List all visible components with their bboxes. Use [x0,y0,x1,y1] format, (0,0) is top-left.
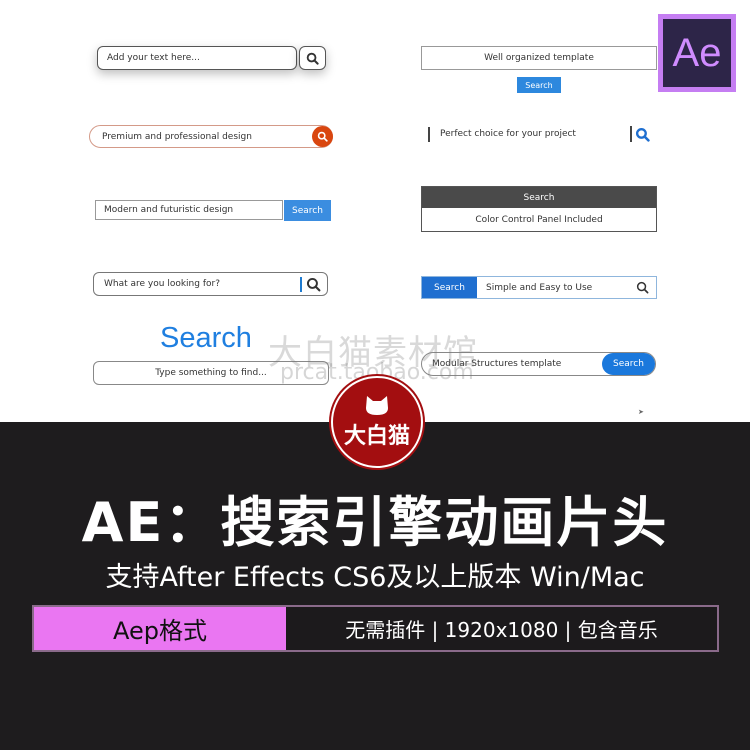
search-placeholder[interactable]: Perfect choice for your project [440,129,576,139]
search-input-4[interactable]: What are you looking for? [93,272,328,296]
format-label: Aep格式 [34,607,286,650]
search-input-6[interactable]: Well organized template [421,46,657,70]
search-placeholder: Simple and Easy to Use [486,282,593,293]
features-text: 无需插件 | 1920x1080 | 包含音乐 [345,618,658,642]
search-input-9[interactable]: Search Simple and Easy to Use [421,276,657,299]
divider [630,126,632,142]
search-button-2[interactable] [312,126,333,147]
search-input-2[interactable]: Premium and professional design [89,125,333,148]
search-icon[interactable] [635,127,650,142]
feature-strip: Aep格式 无需插件 | 1920x1080 | 包含音乐 [32,605,719,652]
search-panel: Search Color Control Panel Included [421,186,657,232]
brand-badge: 大白猫 [331,376,423,468]
search-icon[interactable] [306,277,321,292]
search-input-8[interactable]: Color Control Panel Included [422,208,656,231]
search-icon [306,52,319,65]
search-button-9[interactable]: Search [422,277,477,298]
text-cursor [300,277,302,292]
search-placeholder: What are you looking for? [104,279,220,289]
search-placeholder: Well organized template [484,53,594,63]
search-button-header[interactable]: Search [422,187,656,208]
search-placeholder: Add your text here... [107,53,200,63]
search-heading: Search [160,322,252,354]
search-button-10[interactable]: Search [602,353,655,375]
subtitle: 支持After Effects CS6及以上版本 Win/Mac [105,562,645,593]
search-button-6[interactable]: Search [517,77,561,93]
badge-text: 大白猫 [343,424,410,449]
search-placeholder: Premium and professional design [102,131,252,142]
cat-icon [366,396,388,415]
search-button-3[interactable]: Search [284,200,331,221]
search-placeholder: Type something to find... [155,368,267,378]
search-button-1[interactable] [299,46,326,70]
divider [428,127,430,142]
page-title: AE：搜索引擎动画片头 [81,491,669,554]
ae-logo-text: Ae [663,19,731,87]
mouse-cursor-icon: ➤ [638,408,644,416]
search-icon [636,281,649,294]
search-input-3[interactable]: Modern and futuristic design [95,200,283,220]
search-input-1[interactable]: Add your text here... [97,46,297,70]
after-effects-logo: Ae [658,14,736,92]
search-placeholder: Modern and futuristic design [104,205,234,215]
search-icon [317,131,328,142]
search-placeholder: Color Control Panel Included [475,214,603,225]
